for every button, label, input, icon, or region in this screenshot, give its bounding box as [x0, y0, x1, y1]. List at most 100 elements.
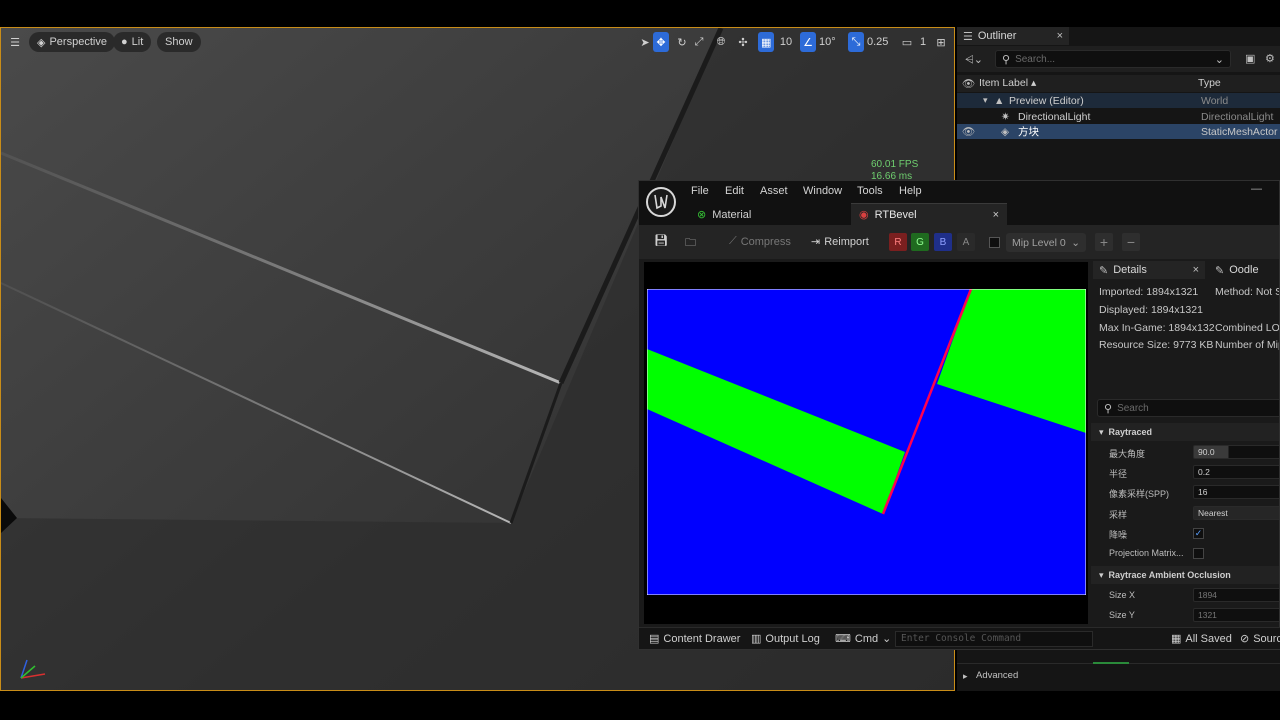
compress-button[interactable]: ⟋ Compress: [729, 235, 791, 248]
pencil-icon: ✎: [1215, 264, 1225, 277]
cmd-label: Cmd: [854, 632, 879, 645]
rotate-snap-value[interactable]: 10°: [819, 32, 836, 52]
menu-help[interactable]: Help: [899, 185, 922, 197]
close-icon[interactable]: ×: [1193, 264, 1199, 276]
directional-light-icon: ✷: [1001, 110, 1010, 123]
info-num-mips: Number of Mip: [1215, 339, 1279, 351]
camera-speed-value[interactable]: 1: [915, 32, 931, 52]
content-drawer-button[interactable]: ▤ Content Drawer: [649, 632, 740, 646]
spp-input[interactable]: 16: [1193, 485, 1279, 499]
console-command-input[interactable]: Enter Console Command: [895, 631, 1093, 647]
eye-icon[interactable]: 👁︎: [962, 125, 975, 138]
status-bar: ▤ Content Drawer ▥ Output Log ⌨︎ Cmd ⌄ E…: [639, 627, 1280, 649]
settings-gear-icon[interactable]: ⚙: [1265, 52, 1275, 65]
details-search-input[interactable]: ⚲ Search: [1097, 399, 1279, 417]
output-log-icon: ▥: [751, 633, 762, 645]
sampling-dropdown[interactable]: Nearest: [1193, 506, 1279, 520]
translate-tool-icon[interactable]: ✥: [653, 32, 669, 52]
outliner-tab[interactable]: ☰ Outliner ×: [957, 27, 1069, 45]
menu-window[interactable]: Window: [803, 185, 842, 197]
section-raytraced[interactable]: ▾ Raytraced: [1091, 423, 1279, 441]
advanced-section[interactable]: ▸ Advanced: [957, 662, 1280, 691]
zoom-in-button[interactable]: +: [1095, 233, 1113, 251]
row-type: StaticMeshActor: [1201, 125, 1278, 138]
eye-icon: 👁︎: [962, 78, 976, 90]
world-space-icon[interactable]: 🌐︎: [713, 32, 729, 52]
outliner-row-light[interactable]: ✷ DirectionalLight DirectionalLight: [957, 109, 1280, 124]
size-y-input[interactable]: 1321: [1193, 608, 1279, 622]
prop-sampling: 采样 Nearest: [1091, 505, 1279, 523]
scale-tool-icon[interactable]: ⤢: [691, 32, 707, 52]
filter-icon[interactable]: ⩤⌄: [965, 53, 983, 67]
grid-snap-icon[interactable]: ▦: [758, 32, 775, 52]
projection-matrix-checkbox[interactable]: [1193, 548, 1204, 559]
denoise-checkbox[interactable]: ✓: [1193, 528, 1204, 539]
lighting-mode-button[interactable]: ● Lit: [113, 32, 152, 52]
prop-label: 采样: [1109, 510, 1128, 520]
menu-asset[interactable]: Asset: [760, 185, 788, 197]
radius-input[interactable]: 0.2: [1193, 465, 1279, 479]
tab-oodle[interactable]: ✎ Oodle: [1211, 261, 1279, 279]
add-folder-icon[interactable]: ▣: [1245, 52, 1255, 65]
section-raytraced-label: Raytraced: [1108, 427, 1153, 437]
surface-snap-icon[interactable]: ✣: [735, 32, 751, 52]
cmd-dropdown[interactable]: ⌨︎ Cmd ⌄: [835, 632, 891, 646]
outliner-search-input[interactable]: ⚲ Search... ⌄: [995, 50, 1231, 68]
col-item-label[interactable]: Item Label ▴: [979, 77, 1036, 89]
show-button[interactable]: Show: [157, 32, 201, 52]
prop-label: 半径: [1109, 469, 1128, 479]
mip-checkbox[interactable]: [989, 237, 1000, 248]
scale-snap-value[interactable]: 0.25: [867, 32, 888, 52]
menu-tools[interactable]: Tools: [857, 185, 883, 197]
tab-material[interactable]: ⊗ Material: [691, 205, 847, 224]
chevron-down-icon: ▾: [1099, 569, 1104, 580]
zoom-out-button[interactable]: −: [1122, 233, 1140, 251]
outliner-row-mesh[interactable]: 👁︎ ◈ 方块 StaticMeshActor: [957, 124, 1280, 139]
rotate-tool-icon[interactable]: ↻: [674, 32, 690, 52]
close-icon[interactable]: ×: [993, 209, 999, 221]
max-angle-slider[interactable]: 90.0: [1193, 445, 1279, 459]
close-icon[interactable]: ×: [1057, 30, 1063, 42]
size-x-input[interactable]: 1894: [1193, 588, 1279, 602]
view-mode-button[interactable]: ◈ Perspective: [29, 32, 115, 52]
outliner-row-world[interactable]: ▾ ▲ Preview (Editor) World: [957, 93, 1280, 108]
mip-level-dropdown[interactable]: Mip Level 0 ⌄: [1006, 233, 1086, 252]
section-raytrace-ao[interactable]: ▾ Raytrace Ambient Occlusion: [1091, 566, 1279, 584]
tab-rtbevel[interactable]: ◉ RTBevel ×: [851, 203, 1007, 225]
select-tool-icon[interactable]: ➤: [637, 32, 653, 52]
lit-sphere-icon: ●: [121, 36, 128, 48]
reimport-button[interactable]: ⇥ Reimport: [811, 235, 869, 249]
channel-b-toggle[interactable]: B: [934, 233, 952, 251]
prop-radius: 半径 0.2: [1091, 464, 1279, 482]
channel-g-toggle[interactable]: G: [911, 233, 929, 251]
menu-file[interactable]: File: [691, 185, 709, 197]
terminal-icon: ⌨︎: [835, 633, 851, 645]
browse-asset-icon[interactable]: 🗀︎: [685, 234, 696, 253]
expand-arrow-icon[interactable]: ▾: [983, 95, 988, 106]
scale-snap-icon[interactable]: ⤡: [848, 32, 864, 52]
output-log-button[interactable]: ▥ Output Log: [751, 632, 820, 646]
channel-a-toggle[interactable]: A: [957, 233, 975, 251]
grid-snap-value[interactable]: 10: [778, 32, 794, 52]
save-status-icon: ▦: [1171, 633, 1182, 645]
channel-r-toggle[interactable]: R: [889, 233, 907, 251]
viewport-layout-icon[interactable]: ⊞: [933, 32, 949, 52]
tab-details[interactable]: ✎ Details ×: [1093, 261, 1205, 279]
texture-preview-area[interactable]: [644, 262, 1088, 624]
prop-label: 像素采样(SPP): [1109, 489, 1170, 499]
fps-value: 60.01 FPS: [871, 159, 919, 170]
reimport-icon: ⇥: [811, 236, 821, 248]
all-saved-button[interactable]: ▦ All Saved: [1171, 632, 1232, 646]
source-control-button[interactable]: ⊘ Sourc: [1240, 632, 1280, 646]
pencil-icon: ✎: [1099, 264, 1109, 277]
info-max-ingame: Max In-Game: 1894x132: [1099, 322, 1215, 334]
hamburger-menu-icon[interactable]: ☰: [7, 32, 23, 52]
minimize-icon[interactable]: —: [1251, 183, 1262, 195]
menu-edit[interactable]: Edit: [725, 185, 744, 197]
prop-max-angle: 最大角度 90.0: [1091, 444, 1279, 462]
col-type[interactable]: Type: [1198, 77, 1221, 89]
camera-speed-icon[interactable]: ▭: [899, 32, 915, 52]
save-icon[interactable]: 💾︎: [654, 234, 668, 247]
progress-underline: [1093, 658, 1129, 664]
rotate-snap-icon[interactable]: ∠: [800, 32, 816, 52]
